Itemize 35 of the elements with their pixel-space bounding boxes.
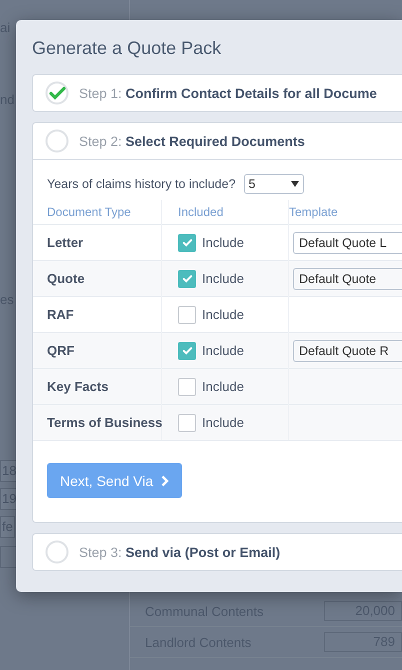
include-label: Include bbox=[202, 307, 244, 322]
step-label[interactable]: Step 1: Confirm Contact Details for all Docume bbox=[79, 86, 377, 100]
dialog-title: Generate a Quote Pack bbox=[32, 37, 222, 60]
column-header: Template bbox=[289, 205, 338, 219]
document-type: Key Facts bbox=[47, 378, 108, 394]
step-label[interactable]: Step 2: Select Required Documents bbox=[79, 134, 305, 148]
include-label: Include bbox=[202, 379, 244, 394]
checkbox[interactable] bbox=[178, 342, 196, 360]
template-dropdown[interactable]: Default Quote bbox=[293, 268, 402, 290]
include-label: Include bbox=[202, 415, 244, 430]
template-dropdown[interactable]: Default Quote R bbox=[293, 340, 402, 362]
check-icon bbox=[182, 273, 192, 284]
template-dropdown[interactable]: Default Quote L bbox=[293, 232, 402, 254]
include-label: Include bbox=[202, 343, 244, 358]
include-label: Include bbox=[202, 271, 244, 286]
checkbox[interactable] bbox=[178, 306, 196, 324]
document-type: Quote bbox=[47, 270, 85, 286]
years-label: Years of claims history to include? bbox=[47, 177, 236, 191]
checkbox[interactable] bbox=[178, 414, 196, 432]
document-type: QRF bbox=[47, 342, 74, 358]
checkbox[interactable] bbox=[178, 378, 196, 396]
chevron-right-icon bbox=[161, 474, 170, 486]
years-dropdown[interactable]: 5 bbox=[244, 174, 304, 194]
caret-icon bbox=[290, 181, 299, 187]
checkbox[interactable] bbox=[178, 270, 196, 288]
checkbox[interactable] bbox=[178, 234, 196, 252]
document-type: Terms of Business bbox=[47, 414, 162, 430]
column-header: Included bbox=[178, 205, 224, 219]
step-label[interactable]: Step 3: Send via (Post or Email) bbox=[79, 544, 280, 560]
include-label: Include bbox=[202, 235, 244, 250]
document-type: Letter bbox=[47, 234, 84, 250]
check-icon bbox=[182, 345, 192, 356]
document-type: RAF bbox=[47, 306, 74, 322]
check-icon bbox=[182, 237, 192, 248]
column-header: Document Type bbox=[47, 205, 131, 219]
